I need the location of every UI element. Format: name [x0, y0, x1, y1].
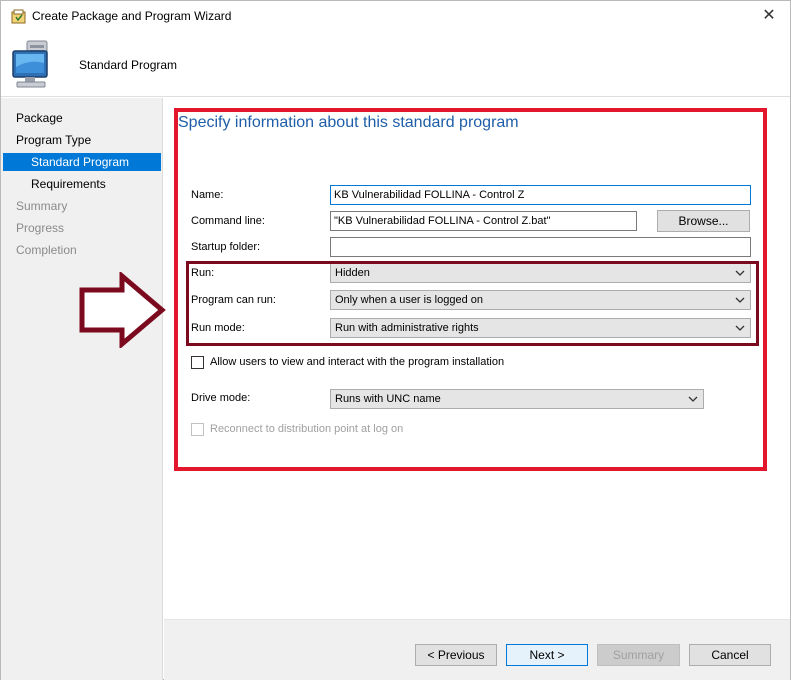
page-title: Specify information about this standard … — [178, 114, 519, 131]
nav-item-package[interactable]: Package — [3, 109, 161, 127]
drive-mode-value: Runs with UNC name — [335, 393, 441, 405]
run-dropdown-value: Hidden — [335, 267, 370, 279]
browse-button[interactable]: Browse... — [657, 210, 750, 232]
reconnect-label: Reconnect to distribution point at log o… — [210, 423, 404, 435]
startup-folder-field[interactable] — [330, 237, 751, 257]
nav-item-standard-program[interactable]: Standard Program — [3, 153, 161, 171]
chevron-down-icon — [735, 297, 745, 303]
nav-item-completion: Completion — [16, 243, 77, 257]
program-can-run-value: Only when a user is logged on — [335, 294, 483, 306]
chevron-down-icon — [688, 396, 698, 402]
wizard-app-icon — [11, 9, 26, 24]
nav-item-progress: Progress — [16, 221, 65, 235]
chevron-down-icon — [735, 270, 745, 276]
banner-heading: Standard Program — [79, 58, 178, 72]
nav-item-requirements[interactable]: Requirements — [3, 175, 161, 193]
next-button[interactable]: Next > — [506, 644, 588, 666]
command-line-label: Command line: — [191, 215, 265, 227]
arrow-right-icon — [79, 272, 166, 348]
cancel-button[interactable]: Cancel — [689, 644, 771, 666]
run-label: Run: — [191, 267, 215, 279]
name-field[interactable]: KB Vulnerabilidad FOLLINA - Control Z — [330, 185, 751, 205]
wizard-nav: Package Program Type Standard Program Re… — [1, 98, 163, 680]
window-title: Create Package and Program Wizard — [32, 9, 232, 23]
previous-button[interactable]: < Previous — [415, 644, 497, 666]
drive-mode-dropdown[interactable]: Runs with UNC name — [330, 389, 704, 409]
allow-interact-label: Allow users to view and interact with th… — [210, 356, 505, 368]
title-bar: Create Package and Program Wizard ✕ — [1, 1, 790, 31]
close-icon[interactable]: ✕ — [754, 3, 784, 29]
nav-item-program-type[interactable]: Program Type — [3, 131, 161, 149]
chevron-down-icon — [735, 325, 745, 331]
run-dropdown[interactable]: Hidden — [330, 263, 751, 283]
program-can-run-label: Program can run: — [191, 294, 276, 306]
startup-folder-label: Startup folder: — [191, 241, 261, 253]
run-mode-dropdown[interactable]: Run with administrative rights — [330, 318, 751, 338]
command-line-field[interactable]: "KB Vulnerabilidad FOLLINA - Control Z.b… — [330, 211, 637, 231]
summary-button: Summary — [597, 644, 680, 666]
run-mode-value: Run with administrative rights — [335, 322, 479, 334]
wizard-banner: Standard Program — [1, 31, 790, 97]
nav-item-summary: Summary — [16, 199, 68, 213]
reconnect-checkbox — [191, 423, 204, 436]
allow-interact-checkbox[interactable] — [191, 356, 204, 369]
run-mode-label: Run mode: — [191, 322, 245, 334]
name-label: Name: — [191, 189, 224, 201]
computer-icon — [12, 40, 48, 88]
program-can-run-dropdown[interactable]: Only when a user is logged on — [330, 290, 751, 310]
drive-mode-label: Drive mode: — [191, 392, 251, 404]
